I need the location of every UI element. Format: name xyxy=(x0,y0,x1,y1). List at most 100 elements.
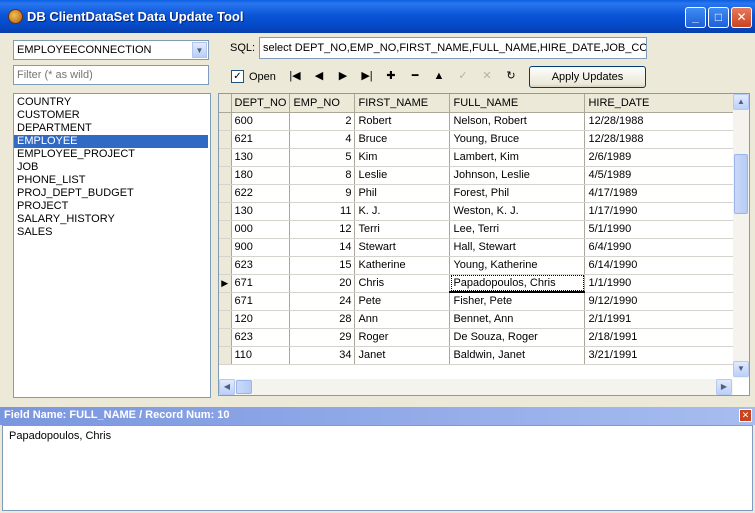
grid-cell[interactable]: 14 xyxy=(289,238,356,257)
grid-cell[interactable]: 20 xyxy=(289,274,356,293)
grid-cell[interactable]: 1/17/1990 xyxy=(584,202,741,221)
column-header[interactable]: FULL_NAME xyxy=(449,94,586,113)
apply-updates-button[interactable]: Apply Updates xyxy=(529,66,646,88)
grid-cell[interactable]: Young, Katherine xyxy=(449,256,586,275)
table-row[interactable]: 120 28 Ann Bennet, Ann 2/1/1991 xyxy=(219,310,741,329)
grid-cell[interactable]: 6/4/1990 xyxy=(584,238,741,257)
grid-cell[interactable]: Kim xyxy=(354,148,451,167)
refresh-data-icon[interactable]: ↻ xyxy=(500,66,522,86)
grid-cell[interactable]: Weston, K. J. xyxy=(449,202,586,221)
vertical-scroll-thumb[interactable] xyxy=(734,154,748,214)
grid-cell[interactable]: Forest, Phil xyxy=(449,184,586,203)
open-checkbox[interactable]: ✓ xyxy=(231,70,244,83)
column-header[interactable]: DEPT_NO xyxy=(231,94,291,113)
grid-cell[interactable]: 000 xyxy=(231,220,291,239)
grid-cell[interactable]: 2/1/1991 xyxy=(584,310,741,329)
grid-cell[interactable]: 621 xyxy=(231,130,291,149)
table-list-item[interactable]: DEPARTMENT xyxy=(14,122,208,135)
grid-cell[interactable]: 28 xyxy=(289,310,356,329)
grid-cell[interactable]: 4 xyxy=(289,130,356,149)
grid-cell[interactable]: Katherine xyxy=(354,256,451,275)
grid-cell[interactable]: 12 xyxy=(289,220,356,239)
data-grid[interactable]: DEPT_NO EMP_NO FIRST_NAME FULL_NAME HIRE… xyxy=(218,93,750,396)
minimize-button[interactable]: _ xyxy=(685,7,706,28)
grid-cell[interactable]: 671 xyxy=(231,274,291,293)
grid-cell[interactable]: 130 xyxy=(231,202,291,221)
grid-cell[interactable]: Leslie xyxy=(354,166,451,185)
grid-cell[interactable]: Nelson, Robert xyxy=(449,112,586,131)
grid-cell[interactable]: 15 xyxy=(289,256,356,275)
maximize-button[interactable]: □ xyxy=(708,7,729,28)
row-indicator[interactable] xyxy=(219,238,232,257)
grid-cell[interactable]: 5/1/1990 xyxy=(584,220,741,239)
grid-cell[interactable]: 8 xyxy=(289,166,356,185)
grid-cell[interactable]: Janet xyxy=(354,346,451,365)
grid-cell[interactable]: Ann xyxy=(354,310,451,329)
grid-cell[interactable]: 622 xyxy=(231,184,291,203)
last-record-icon[interactable]: ▶| xyxy=(356,66,378,86)
table-row[interactable]: 622 9 Phil Forest, Phil 4/17/1989 xyxy=(219,184,741,203)
insert-record-icon[interactable]: ✚ xyxy=(380,66,402,86)
table-list[interactable]: COUNTRY CUSTOMER DEPARTMENT EMPLOYEE EMPLOYE… xyxy=(13,93,211,398)
row-indicator[interactable] xyxy=(219,148,232,167)
column-header[interactable]: FIRST_NAME xyxy=(354,94,451,113)
grid-cell[interactable]: Hall, Stewart xyxy=(449,238,586,257)
scroll-up-icon[interactable]: ▲ xyxy=(733,94,749,110)
grid-cell[interactable]: Lee, Terri xyxy=(449,220,586,239)
row-indicator[interactable] xyxy=(219,220,232,239)
grid-cell[interactable]: K. J. xyxy=(354,202,451,221)
grid-cell[interactable]: 4/5/1989 xyxy=(584,166,741,185)
grid-cell[interactable]: 6/14/1990 xyxy=(584,256,741,275)
vertical-scrollbar[interactable]: ▲ ▼ xyxy=(733,94,749,378)
grid-cell[interactable]: Roger xyxy=(354,328,451,347)
column-header[interactable]: HIRE_DATE xyxy=(584,94,741,113)
scroll-down-icon[interactable]: ▼ xyxy=(733,361,749,377)
filter-input[interactable] xyxy=(13,65,209,85)
current-row-indicator-icon[interactable]: ▶ xyxy=(219,274,232,293)
grid-cell[interactable]: 671 xyxy=(231,292,291,311)
grid-cell[interactable]: Lambert, Kim xyxy=(449,148,586,167)
grid-cell[interactable]: Robert xyxy=(354,112,451,131)
close-icon[interactable]: ✕ xyxy=(739,409,752,422)
row-indicator[interactable] xyxy=(219,310,232,329)
grid-cell[interactable]: 130 xyxy=(231,148,291,167)
grid-cell[interactable]: 9/12/1990 xyxy=(584,292,741,311)
table-row[interactable]: ▶ 671 20 Chris Papadopoulos, Chris 1/1/1990 xyxy=(219,274,741,293)
table-list-item[interactable]: CUSTOMER xyxy=(14,109,208,122)
horizontal-scroll-thumb[interactable] xyxy=(236,380,252,394)
table-list-item[interactable]: PROJ_DEPT_BUDGET xyxy=(14,187,208,200)
title-bar[interactable]: DB ClientDataSet Data Update Tool _ □ ✕ xyxy=(0,0,755,33)
scroll-right-icon[interactable]: ▶ xyxy=(716,379,732,395)
field-value-editor[interactable]: Papadopoulos, Chris xyxy=(2,425,753,511)
grid-cell[interactable]: 1/1/1990 xyxy=(584,274,741,293)
table-row[interactable]: 600 2 Robert Nelson, Robert 12/28/1988 xyxy=(219,112,741,131)
grid-cell[interactable]: 180 xyxy=(231,166,291,185)
grid-cell[interactable]: Fisher, Pete xyxy=(449,292,586,311)
table-row[interactable]: 130 11 K. J. Weston, K. J. 1/17/1990 xyxy=(219,202,741,221)
edit-record-icon[interactable]: ▲ xyxy=(428,66,450,86)
cancel-edit-icon[interactable]: ✕ xyxy=(476,66,498,86)
horizontal-scrollbar[interactable]: ◀ ▶ xyxy=(219,379,733,395)
grid-cell[interactable]: Young, Bruce xyxy=(449,130,586,149)
table-list-item[interactable]: SALARY_HISTORY xyxy=(14,213,208,226)
grid-cell[interactable]: 2 xyxy=(289,112,356,131)
grid-cell[interactable]: 9 xyxy=(289,184,356,203)
table-row[interactable]: 180 8 Leslie Johnson, Leslie 4/5/1989 xyxy=(219,166,741,185)
grid-cell[interactable]: 623 xyxy=(231,328,291,347)
prior-record-icon[interactable]: ◀ xyxy=(308,66,330,86)
next-record-icon[interactable]: ▶ xyxy=(332,66,354,86)
table-list-item[interactable]: EMPLOYEE_PROJECT xyxy=(14,148,208,161)
grid-cell[interactable]: Bennet, Ann xyxy=(449,310,586,329)
grid-cell[interactable]: Baldwin, Janet xyxy=(449,346,586,365)
grid-cell[interactable]: Bruce xyxy=(354,130,451,149)
first-record-icon[interactable]: |◀ xyxy=(284,66,306,86)
grid-cell[interactable]: 3/21/1991 xyxy=(584,346,741,365)
grid-cell[interactable]: Stewart xyxy=(354,238,451,257)
grid-cell[interactable]: Johnson, Leslie xyxy=(449,166,586,185)
grid-cell[interactable]: 623 xyxy=(231,256,291,275)
row-indicator[interactable] xyxy=(219,256,232,275)
grid-cell[interactable]: De Souza, Roger xyxy=(449,328,586,347)
grid-cell[interactable]: 34 xyxy=(289,346,356,365)
chevron-down-icon[interactable]: ▼ xyxy=(192,42,207,58)
grid-cell[interactable]: 2/18/1991 xyxy=(584,328,741,347)
